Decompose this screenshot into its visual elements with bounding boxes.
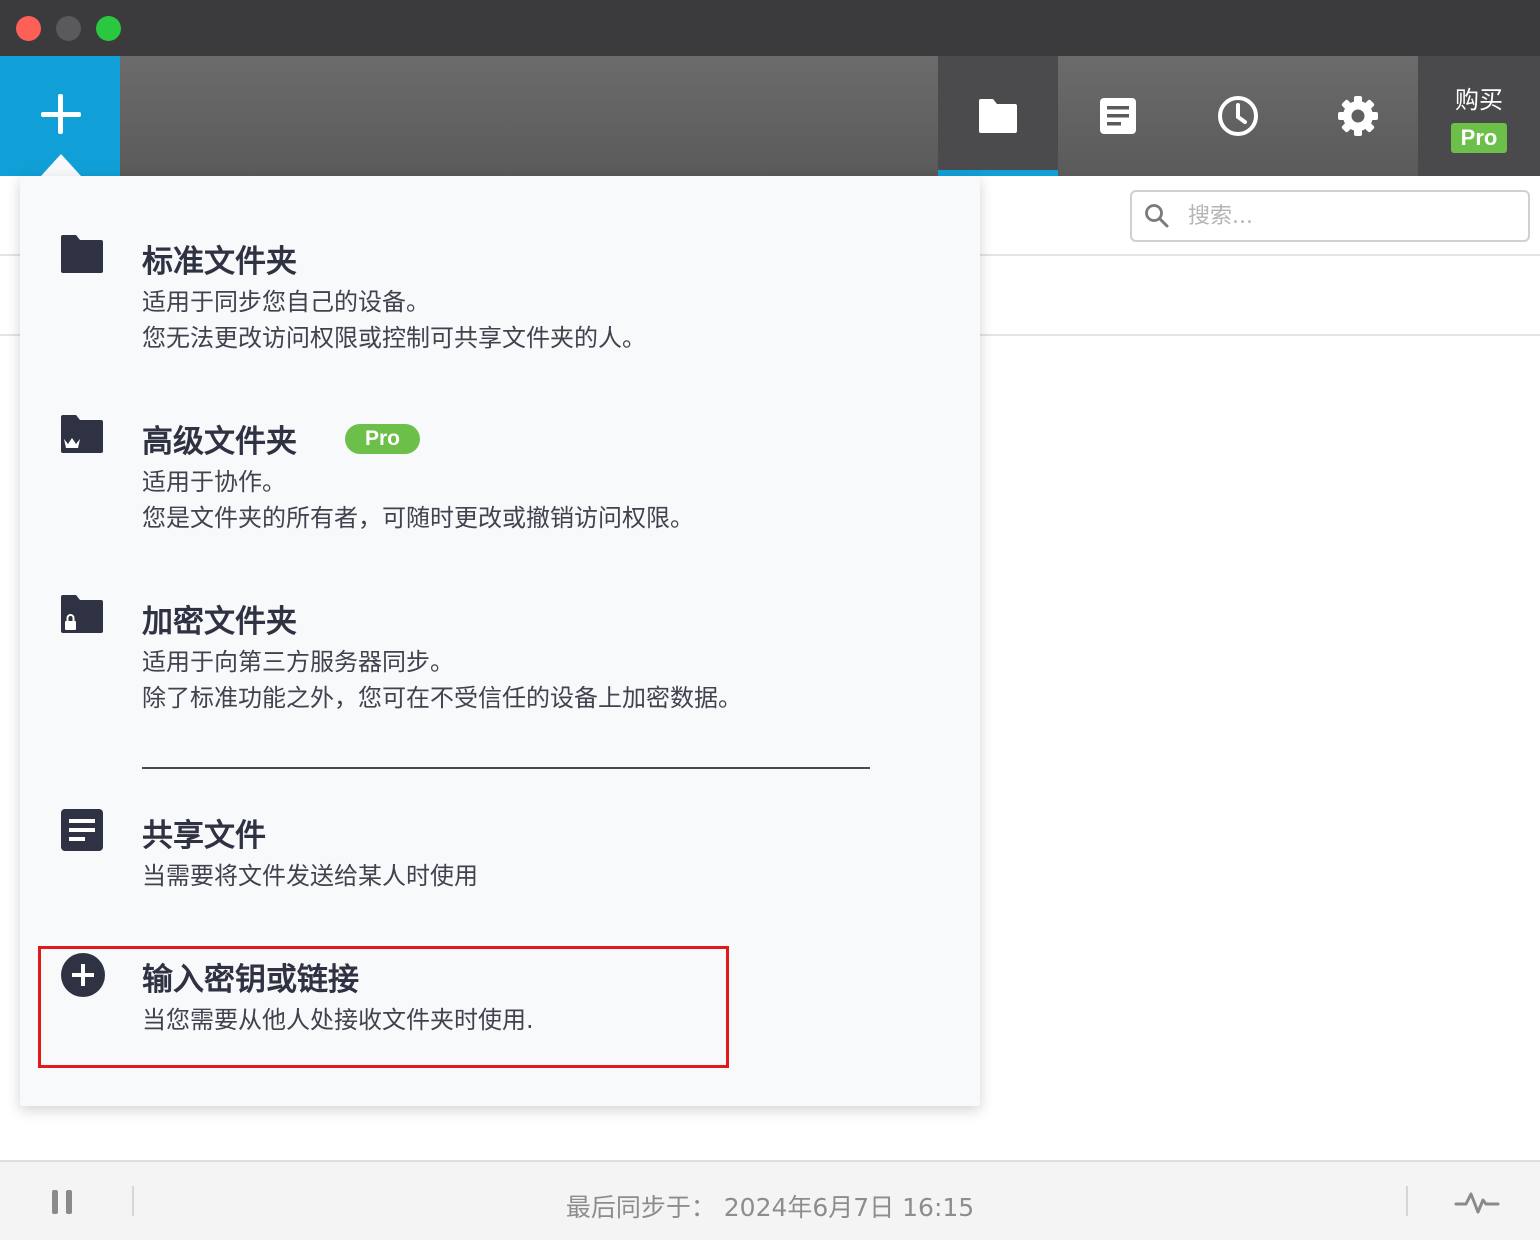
menu-item-advanced-folder[interactable]: 高级文件夹 Pro 适用于协作。 您是文件夹的所有者，可随时更改或撤销访问权限。	[20, 396, 980, 546]
menu-item-title: 共享文件	[142, 818, 266, 854]
description-line: 您无法更改访问权限或控制可共享文件夹的人。	[142, 324, 646, 352]
menu-item-share-files[interactable]: 共享文件 当需要将文件发送给某人时使用	[20, 790, 980, 910]
status-separator	[1406, 1186, 1408, 1216]
buy-pro-button[interactable]: 购买 Pro	[1418, 56, 1540, 176]
document-icon	[1100, 98, 1136, 134]
crown-folder-icon	[61, 415, 103, 453]
menu-item-description: 适用于同步您自己的设备。 您无法更改访问权限或控制可共享文件夹的人。	[142, 284, 646, 356]
folder-icon	[979, 99, 1017, 133]
pulse-icon[interactable]	[1454, 1188, 1500, 1216]
menu-item-encrypted-folder[interactable]: 加密文件夹 适用于向第三方服务器同步。 除了标准功能之外，您可在不受信任的设备上…	[20, 576, 980, 726]
highlight-box	[38, 946, 729, 1068]
app-window: 购买 Pro 标准文件夹 适用于同步您自己的设备。 您无法更改访问权限或控制可共…	[0, 0, 1540, 1240]
search-box[interactable]	[1130, 190, 1530, 242]
nav-tabs: 购买 Pro	[938, 56, 1540, 176]
add-menu: 标准文件夹 适用于同步您自己的设备。 您无法更改访问权限或控制可共享文件夹的人。…	[20, 176, 980, 1106]
gear-icon	[1338, 96, 1378, 136]
menu-item-title: 加密文件夹	[142, 604, 297, 640]
pro-badge: Pro	[345, 424, 421, 454]
description-line: 适用于协作。	[142, 468, 286, 496]
pro-badge: Pro	[1450, 122, 1508, 153]
menu-divider	[142, 767, 870, 769]
description-line: 适用于向第三方服务器同步。	[142, 648, 454, 676]
menu-item-description: 适用于向第三方服务器同步。 除了标准功能之外，您可在不受信任的设备上加密数据。	[142, 644, 742, 716]
close-window-button[interactable]	[16, 16, 41, 41]
description-line: 当需要将文件发送给某人时使用	[142, 862, 478, 890]
description-line: 您是文件夹的所有者，可随时更改或撤销访问权限。	[142, 504, 694, 532]
toolbar: 购买 Pro	[0, 56, 1540, 176]
tab-folders[interactable]	[938, 56, 1058, 176]
menu-item-description: 适用于协作。 您是文件夹的所有者，可随时更改或撤销访问权限。	[142, 464, 694, 536]
menu-item-title: 高级文件夹	[142, 424, 297, 460]
status-bar: 最后同步于： 2024年6月7日 16:15	[0, 1160, 1540, 1240]
document-icon	[61, 809, 103, 851]
menu-item-title: 标准文件夹	[142, 244, 297, 280]
description-line: 除了标准功能之外，您可在不受信任的设备上加密数据。	[142, 684, 742, 712]
menu-item-standard-folder[interactable]: 标准文件夹 适用于同步您自己的设备。 您无法更改访问权限或控制可共享文件夹的人。	[20, 216, 980, 366]
last-sync-text: 最后同步于： 2024年6月7日 16:15	[565, 1193, 975, 1222]
menu-caret	[41, 154, 81, 176]
tab-shared-files[interactable]	[1058, 56, 1178, 176]
zoom-window-button[interactable]	[96, 16, 121, 41]
search-input[interactable]	[1188, 203, 1508, 229]
folder-icon	[61, 235, 103, 273]
clock-icon	[1218, 96, 1258, 136]
lock-folder-icon	[61, 595, 103, 633]
minimize-window-button[interactable]	[56, 16, 81, 41]
menu-item-description: 当需要将文件发送给某人时使用	[142, 858, 478, 894]
description-line: 适用于同步您自己的设备。	[142, 288, 430, 316]
add-button[interactable]	[0, 56, 120, 176]
tab-history[interactable]	[1178, 56, 1298, 176]
title-bar	[0, 0, 1540, 56]
search-icon	[1145, 204, 1169, 228]
tab-settings[interactable]	[1298, 56, 1418, 176]
buy-label: 购买	[1455, 85, 1503, 114]
